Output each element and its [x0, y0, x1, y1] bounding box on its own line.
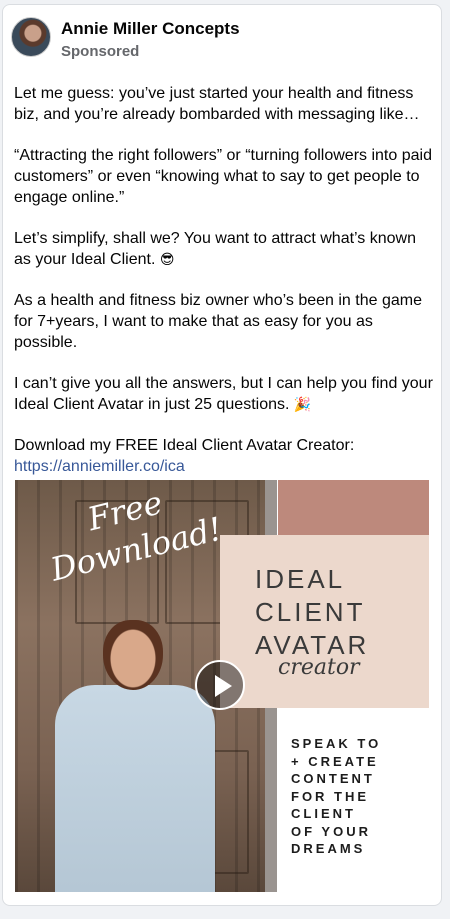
title-lines: IDEAL CLIENT AVATAR [255, 563, 369, 662]
tagline-line: OF YOUR [291, 823, 371, 839]
post-media-video[interactable]: Free Download! IDEAL CLIENT AVATAR creat… [15, 480, 429, 892]
accent-block [278, 480, 429, 535]
paragraph-download: Download my FREE Ideal Client Avatar Cre… [14, 435, 434, 477]
paragraph-1: Let me guess: you’ve just started your h… [14, 85, 420, 123]
person-head [103, 620, 163, 690]
tagline-line: DREAMS [291, 841, 366, 856]
tagline-line: CLIENT [291, 806, 356, 821]
paragraph-3: Let’s simplify, shall we? You want to at… [14, 228, 434, 270]
sponsored-post-card: Annie Miller Concepts Sponsored Let me g… [2, 4, 442, 906]
person-body [55, 685, 215, 892]
download-link[interactable]: https://anniemiller.co/ica [14, 458, 185, 475]
paragraph-4: As a health and fitness biz owner who’s … [14, 292, 422, 351]
paragraph-5: I can’t give you all the answers, but I … [14, 373, 434, 415]
title-line-1: IDEAL [255, 564, 346, 594]
tagline: SPEAK TO + CREATE CONTENT FOR THE CLIENT… [291, 735, 421, 858]
title-line-2: CLIENT [255, 597, 366, 627]
post-text: Let me guess: you’ve just started your h… [14, 83, 434, 497]
tagline-line: SPEAK TO [291, 736, 382, 751]
party-popper-emoji-icon: 🎉 [293, 396, 312, 412]
title-block: IDEAL CLIENT AVATAR creator [220, 535, 429, 708]
post-header: Annie Miller Concepts Sponsored [11, 17, 431, 61]
download-text: Download my FREE Ideal Client Avatar Cre… [14, 437, 355, 454]
profile-avatar[interactable] [11, 17, 51, 57]
play-button-icon[interactable] [195, 660, 245, 710]
author-name[interactable]: Annie Miller Concepts [61, 19, 240, 39]
creator-script: creator [278, 655, 360, 680]
tagline-line: CONTENT [291, 771, 375, 786]
paragraph-5-text: I can’t give you all the answers, but I … [14, 375, 433, 413]
paragraph-2: “Attracting the right followers” or “tur… [14, 147, 432, 206]
tagline-line: + CREATE [291, 753, 379, 769]
tagline-line: FOR THE [291, 788, 370, 804]
sponsored-label: Sponsored [61, 43, 140, 60]
paragraph-3-text: Let’s simplify, shall we? You want to at… [14, 230, 416, 268]
sunglasses-emoji-icon: 😎 [159, 251, 175, 267]
